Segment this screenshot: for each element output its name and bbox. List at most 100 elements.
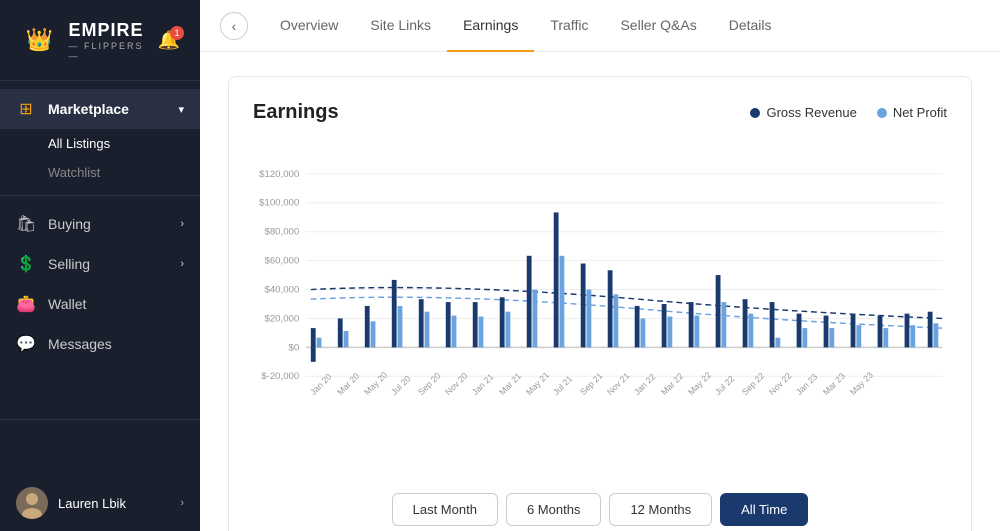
- legend-net: Net Profit: [877, 105, 947, 120]
- filter-buttons: Last Month 6 Months 12 Months All Time: [253, 485, 947, 526]
- sidebar-item-all-listings[interactable]: All Listings: [0, 129, 200, 158]
- bar-gross: [554, 212, 559, 347]
- svg-text:$-20,000: $-20,000: [261, 371, 299, 382]
- top-navigation: ‹ Overview Site Links Earnings Traffic S…: [200, 0, 1000, 52]
- svg-text:Nov 21: Nov 21: [605, 370, 632, 397]
- selling-icon: 💲: [16, 254, 36, 274]
- svg-text:Nov 20: Nov 20: [443, 370, 470, 397]
- bar-net: [775, 338, 780, 348]
- filter-all-time[interactable]: All Time: [720, 493, 808, 526]
- sidebar-item-selling[interactable]: 💲 Selling ›: [0, 244, 200, 284]
- svg-text:$80,000: $80,000: [264, 227, 299, 238]
- sidebar-item-wallet[interactable]: 👛 Wallet: [0, 284, 200, 324]
- svg-text:Jul 21: Jul 21: [551, 373, 575, 397]
- notification-badge: 1: [170, 26, 184, 40]
- bar-net: [317, 338, 322, 348]
- svg-text:Sep 20: Sep 20: [416, 370, 443, 397]
- nav-tabs: Overview Site Links Earnings Traffic Sel…: [264, 0, 788, 52]
- svg-text:Nov 22: Nov 22: [767, 370, 794, 397]
- svg-text:$60,000: $60,000: [264, 256, 299, 267]
- svg-text:Jul 20: Jul 20: [389, 373, 413, 397]
- bar-gross: [446, 302, 451, 347]
- svg-text:May 20: May 20: [362, 370, 389, 397]
- bar-net: [667, 317, 672, 348]
- logo-icon: 👑: [20, 18, 58, 62]
- bar-gross: [338, 318, 343, 347]
- bar-gross: [581, 264, 586, 348]
- earnings-title: Earnings: [253, 101, 339, 124]
- bar-gross: [473, 302, 478, 347]
- bar-net: [934, 323, 939, 347]
- bar-gross: [527, 256, 532, 348]
- back-button[interactable]: ‹: [220, 12, 248, 40]
- sidebar: 👑 EMPIRE — FLIPPERS — 🔔 1 ⊞ Marketplace …: [0, 0, 200, 531]
- bar-gross: [716, 275, 721, 347]
- earnings-chart: $120,000 $100,000 $80,000 $60,000 $40,00…: [253, 144, 947, 464]
- svg-text:Mar 21: Mar 21: [497, 371, 523, 397]
- avatar: [16, 487, 48, 519]
- bar-net: [883, 328, 888, 347]
- bar-net: [587, 290, 592, 348]
- chevron-down-icon: ▾: [178, 103, 184, 116]
- sidebar-item-messages[interactable]: 💬 Messages: [0, 324, 200, 364]
- bar-net: [371, 321, 376, 347]
- bar-gross: [608, 270, 613, 347]
- user-name: Lauren Lbik: [58, 496, 170, 511]
- sidebar-item-watchlist[interactable]: Watchlist: [0, 158, 200, 187]
- logo-text-area: EMPIRE — FLIPPERS —: [68, 20, 147, 61]
- sidebar-item-label: Selling: [48, 256, 90, 272]
- chart-legend: Gross Revenue Net Profit: [750, 105, 947, 120]
- sidebar-item-marketplace[interactable]: ⊞ Marketplace ▾: [0, 89, 200, 129]
- bar-gross: [851, 314, 856, 348]
- svg-text:Mar 20: Mar 20: [335, 371, 361, 397]
- bar-gross: [905, 314, 910, 348]
- nav-section: ⊞ Marketplace ▾ All Listings Watchlist 🛍…: [0, 81, 200, 372]
- chart-area: $120,000 $100,000 $80,000 $60,000 $40,00…: [253, 144, 947, 469]
- tab-site-links[interactable]: Site Links: [354, 0, 447, 52]
- sidebar-item-buying[interactable]: 🛍 Buying ›: [0, 204, 200, 244]
- bar-net: [748, 314, 753, 348]
- bar-net: [640, 318, 645, 347]
- tab-seller-qas[interactable]: Seller Q&As: [604, 0, 712, 52]
- bar-gross: [878, 316, 883, 348]
- buying-icon: 🛍: [16, 214, 36, 234]
- logo-area: 👑 EMPIRE — FLIPPERS — 🔔 1: [0, 0, 200, 81]
- svg-text:Jul 22: Jul 22: [713, 373, 737, 397]
- svg-text:May 21: May 21: [524, 370, 551, 397]
- filter-12-months[interactable]: 12 Months: [609, 493, 712, 526]
- svg-text:May 23: May 23: [848, 370, 875, 397]
- bar-gross: [662, 304, 667, 347]
- brand-name: EMPIRE: [68, 20, 147, 41]
- main-content: ‹ Overview Site Links Earnings Traffic S…: [200, 0, 1000, 531]
- filter-last-month[interactable]: Last Month: [392, 493, 498, 526]
- svg-text:$20,000: $20,000: [264, 313, 299, 324]
- crown-icon: 👑: [26, 27, 53, 53]
- bar-gross: [365, 306, 370, 347]
- wallet-icon: 👛: [16, 294, 36, 314]
- content-area: Earnings Gross Revenue Net Profit $1: [200, 52, 1000, 531]
- user-profile[interactable]: Lauren Lbik ›: [0, 475, 200, 531]
- bar-gross: [770, 302, 775, 347]
- filter-6-months[interactable]: 6 Months: [506, 493, 601, 526]
- svg-text:Mar 22: Mar 22: [659, 371, 685, 397]
- bar-net: [425, 312, 430, 348]
- svg-text:$120,000: $120,000: [259, 169, 299, 180]
- bar-net: [829, 328, 834, 347]
- nav-divider: [0, 195, 200, 196]
- gross-dot: [750, 108, 760, 118]
- bar-gross: [392, 280, 397, 347]
- bar-net: [560, 256, 565, 348]
- notification-bell[interactable]: 🔔 1: [158, 30, 180, 51]
- svg-text:$100,000: $100,000: [259, 198, 299, 209]
- bar-gross: [824, 316, 829, 348]
- bar-gross-neg: [311, 347, 316, 361]
- tab-earnings[interactable]: Earnings: [447, 0, 534, 52]
- tab-traffic[interactable]: Traffic: [534, 0, 604, 52]
- tab-overview[interactable]: Overview: [264, 0, 354, 52]
- svg-text:May 22: May 22: [686, 370, 713, 397]
- chevron-right-icon: ›: [180, 218, 184, 230]
- bar-net: [533, 290, 538, 348]
- tab-details[interactable]: Details: [713, 0, 788, 52]
- svg-text:Jan 23: Jan 23: [794, 371, 820, 397]
- bar-net: [452, 316, 457, 348]
